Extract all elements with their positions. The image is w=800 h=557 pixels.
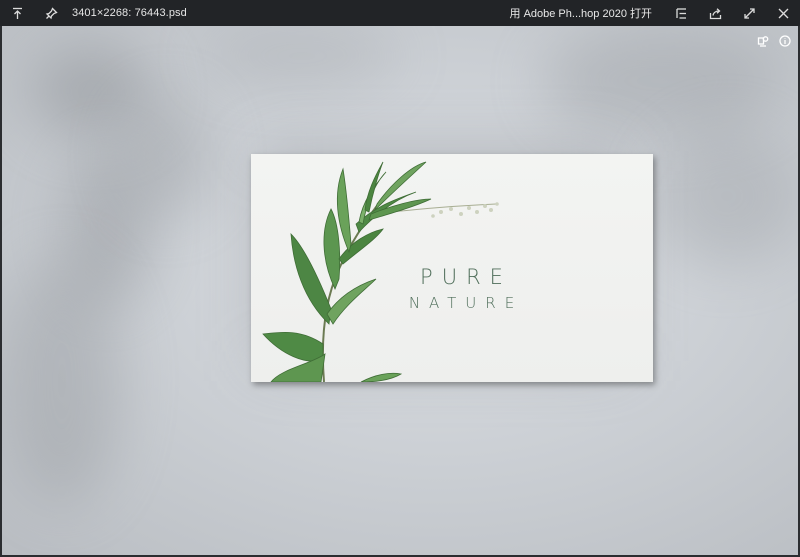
viewer-toolbar [756,34,792,48]
open-with-button[interactable]: 用 Adobe Ph...hop 2020 打开 [498,0,664,26]
pin-to-top-button[interactable] [0,0,34,26]
share-button[interactable] [698,0,732,26]
business-card: PURE NATURE [251,154,653,382]
fullscreen-button[interactable] [732,0,766,26]
close-button[interactable] [766,0,800,26]
color-picker-icon [757,36,769,47]
titlebar: 3401×2268: 76443.psd 用 Adobe Ph...hop 20… [0,0,800,26]
close-icon [778,8,788,18]
list-button[interactable] [664,0,698,26]
card-line-pure: PURE [420,265,512,289]
card-title: PURE NATURE [381,264,551,314]
pin-to-top-icon [12,7,22,19]
window-title: 3401×2268: 76443.psd [72,7,187,19]
image-viewer-window: 3401×2268: 76443.psd 用 Adobe Ph...hop 20… [0,0,800,557]
pin-icon [45,6,58,19]
list-icon [675,7,686,19]
color-picker-button[interactable] [756,34,770,48]
info-icon [779,35,791,47]
share-icon [709,7,721,19]
fullscreen-icon [743,7,755,19]
pin-button[interactable] [34,0,68,26]
image-canvas[interactable]: PURE NATURE [2,26,798,555]
info-button[interactable] [778,34,792,48]
card-line-nature: NATURE [408,294,524,312]
